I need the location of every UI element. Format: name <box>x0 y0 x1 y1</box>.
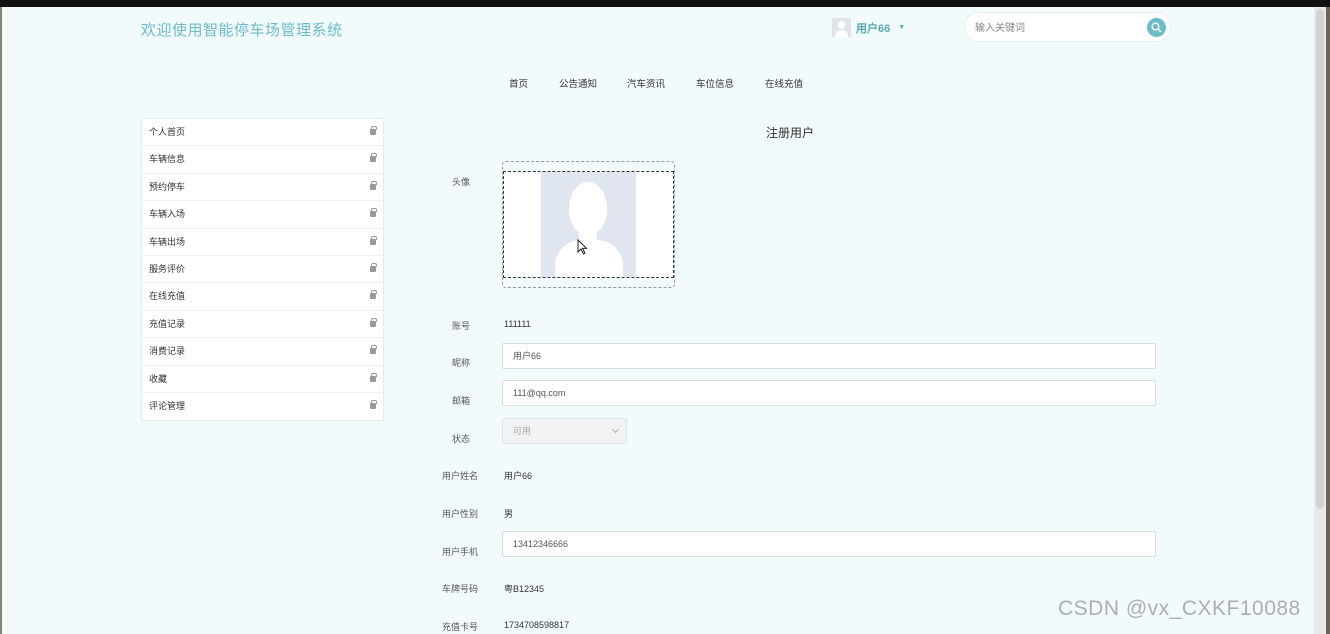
sidebar-item-recharge-log[interactable]: 充值记录 <box>142 311 383 339</box>
lock-icon <box>370 317 377 327</box>
user-avatar-icon <box>832 18 851 37</box>
nav-home[interactable]: 首页 <box>509 76 528 90</box>
sidebar-item-review[interactable]: 服务评价 <box>142 256 383 284</box>
sidebar-item-home[interactable]: 个人首页 <box>142 119 383 147</box>
email-label: 邮箱 <box>452 396 471 406</box>
lock-icon <box>370 235 377 245</box>
user-menu[interactable]: 用户66 ▼ <box>832 18 905 37</box>
sidebar-item-entry[interactable]: 车辆入场 <box>142 201 383 229</box>
window-right-edge <box>1326 7 1330 634</box>
lock-icon <box>370 399 377 409</box>
email-field[interactable]: 111@qq.com <box>502 380 1156 406</box>
chevron-down-icon: ▼ <box>898 24 906 31</box>
sidebar-item-reserve[interactable]: 预约停车 <box>142 174 383 202</box>
plate-label: 车牌号码 <box>442 584 479 594</box>
status-select-value: 可用 <box>513 426 532 436</box>
search-button[interactable] <box>1147 18 1166 37</box>
sidebar-item-comments[interactable]: 评论管理 <box>142 393 383 420</box>
sidebar-item-favorites[interactable]: 收藏 <box>142 366 383 393</box>
gender-value: 男 <box>504 509 514 519</box>
sidebar-item-label: 在线充值 <box>149 291 186 302</box>
sidebar-item-label: 服务评价 <box>149 263 186 274</box>
lock-icon <box>370 262 377 272</box>
nav-recharge[interactable]: 在线充值 <box>765 76 803 90</box>
lock-icon <box>370 345 377 355</box>
mouse-cursor-icon <box>577 239 588 255</box>
sidebar-item-label: 评论管理 <box>149 400 186 411</box>
account-value: 111111 <box>504 319 531 329</box>
scrollbar-thumb[interactable] <box>1316 9 1324 509</box>
sidebar-item-label: 预约停车 <box>149 181 186 192</box>
sidebar-item-label: 个人首页 <box>149 127 186 137</box>
site-title: 欢迎使用智能停车场管理系统 <box>141 22 343 39</box>
lock-icon <box>370 153 377 163</box>
gender-label: 用户性别 <box>442 509 479 519</box>
sidebar-item-label: 车辆信息 <box>149 154 186 165</box>
realname-label: 用户姓名 <box>442 471 479 481</box>
lock-icon <box>370 372 377 382</box>
lock-icon <box>370 208 377 218</box>
lock-icon <box>370 126 377 135</box>
sidebar-item-label: 车辆出场 <box>149 236 186 247</box>
sidebar-item-recharge[interactable]: 在线充值 <box>142 283 383 311</box>
user-name: 用户66 <box>856 22 891 35</box>
nickname-label: 昵称 <box>452 358 471 368</box>
sidebar-item-label: 收藏 <box>149 373 168 384</box>
nav-car-news[interactable]: 汽车资讯 <box>627 76 665 90</box>
sidebar: 个人首页 车辆信息 预约停车 车辆入场 车辆出场 服务评价 在线充值 充值记录 … <box>141 118 384 422</box>
plate-value: 粤B12345 <box>504 584 545 594</box>
nav-notice[interactable]: 公告通知 <box>559 76 597 90</box>
realname-value: 用户66 <box>504 471 533 481</box>
account-label: 账号 <box>452 321 471 331</box>
page-title: 注册用户 <box>766 126 815 140</box>
avatar-placeholder-image <box>541 172 636 277</box>
chevron-down-icon <box>611 425 620 434</box>
main-nav: 首页 公告通知 汽车资讯 车位信息 在线充值 <box>0 76 1312 92</box>
sidebar-item-label: 充值记录 <box>149 318 186 329</box>
nav-parking-info[interactable]: 车位信息 <box>696 76 734 90</box>
avatar-label: 头像 <box>452 177 471 187</box>
watermark: CSDN @vx_CXKF10088 <box>1058 597 1301 620</box>
sidebar-item-spend-log[interactable]: 消费记录 <box>142 338 383 366</box>
sidebar-item-label: 消费记录 <box>149 346 186 357</box>
window-top-edge <box>0 0 1330 7</box>
search-box <box>964 12 1171 42</box>
sidebar-item-exit[interactable]: 车辆出场 <box>142 229 383 256</box>
phone-field[interactable]: 13412346666 <box>502 531 1156 557</box>
card-label: 充值卡号 <box>442 622 479 632</box>
search-input[interactable] <box>975 20 1135 36</box>
status-label: 状态 <box>452 434 471 444</box>
status-select[interactable]: 可用 <box>502 418 627 444</box>
search-icon <box>1151 22 1162 33</box>
lock-icon <box>370 290 377 300</box>
sidebar-item-label: 车辆入场 <box>149 209 186 220</box>
card-value: 1734708598817 <box>504 620 570 630</box>
sidebar-item-vehicle-info[interactable]: 车辆信息 <box>142 146 383 174</box>
nickname-field[interactable]: 用户66 <box>502 343 1156 369</box>
lock-icon <box>370 180 377 190</box>
phone-label: 用户手机 <box>442 547 479 557</box>
